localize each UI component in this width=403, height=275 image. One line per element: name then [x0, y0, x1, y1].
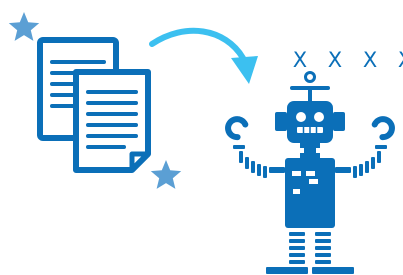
robot-eye [314, 112, 324, 122]
antenna-ring [304, 71, 316, 83]
robot-icon [225, 71, 395, 274]
robot-left-arm [233, 145, 285, 178]
star-icon [8, 12, 40, 41]
robot-head [287, 101, 333, 143]
curved-arrow-icon [149, 27, 258, 84]
illustration-canvas: X X X X [8, 12, 403, 274]
star-icon [150, 160, 182, 189]
robot-left-claw [225, 116, 249, 141]
robot-eye [296, 112, 306, 122]
x-marks-text: X X X X [293, 48, 403, 72]
documents-icon [37, 37, 151, 173]
robot-left-leg [266, 232, 308, 274]
robot-right-leg [312, 232, 354, 274]
robot-body [285, 158, 335, 228]
robot-right-claw [371, 116, 395, 141]
robot-right-arm [335, 145, 387, 178]
